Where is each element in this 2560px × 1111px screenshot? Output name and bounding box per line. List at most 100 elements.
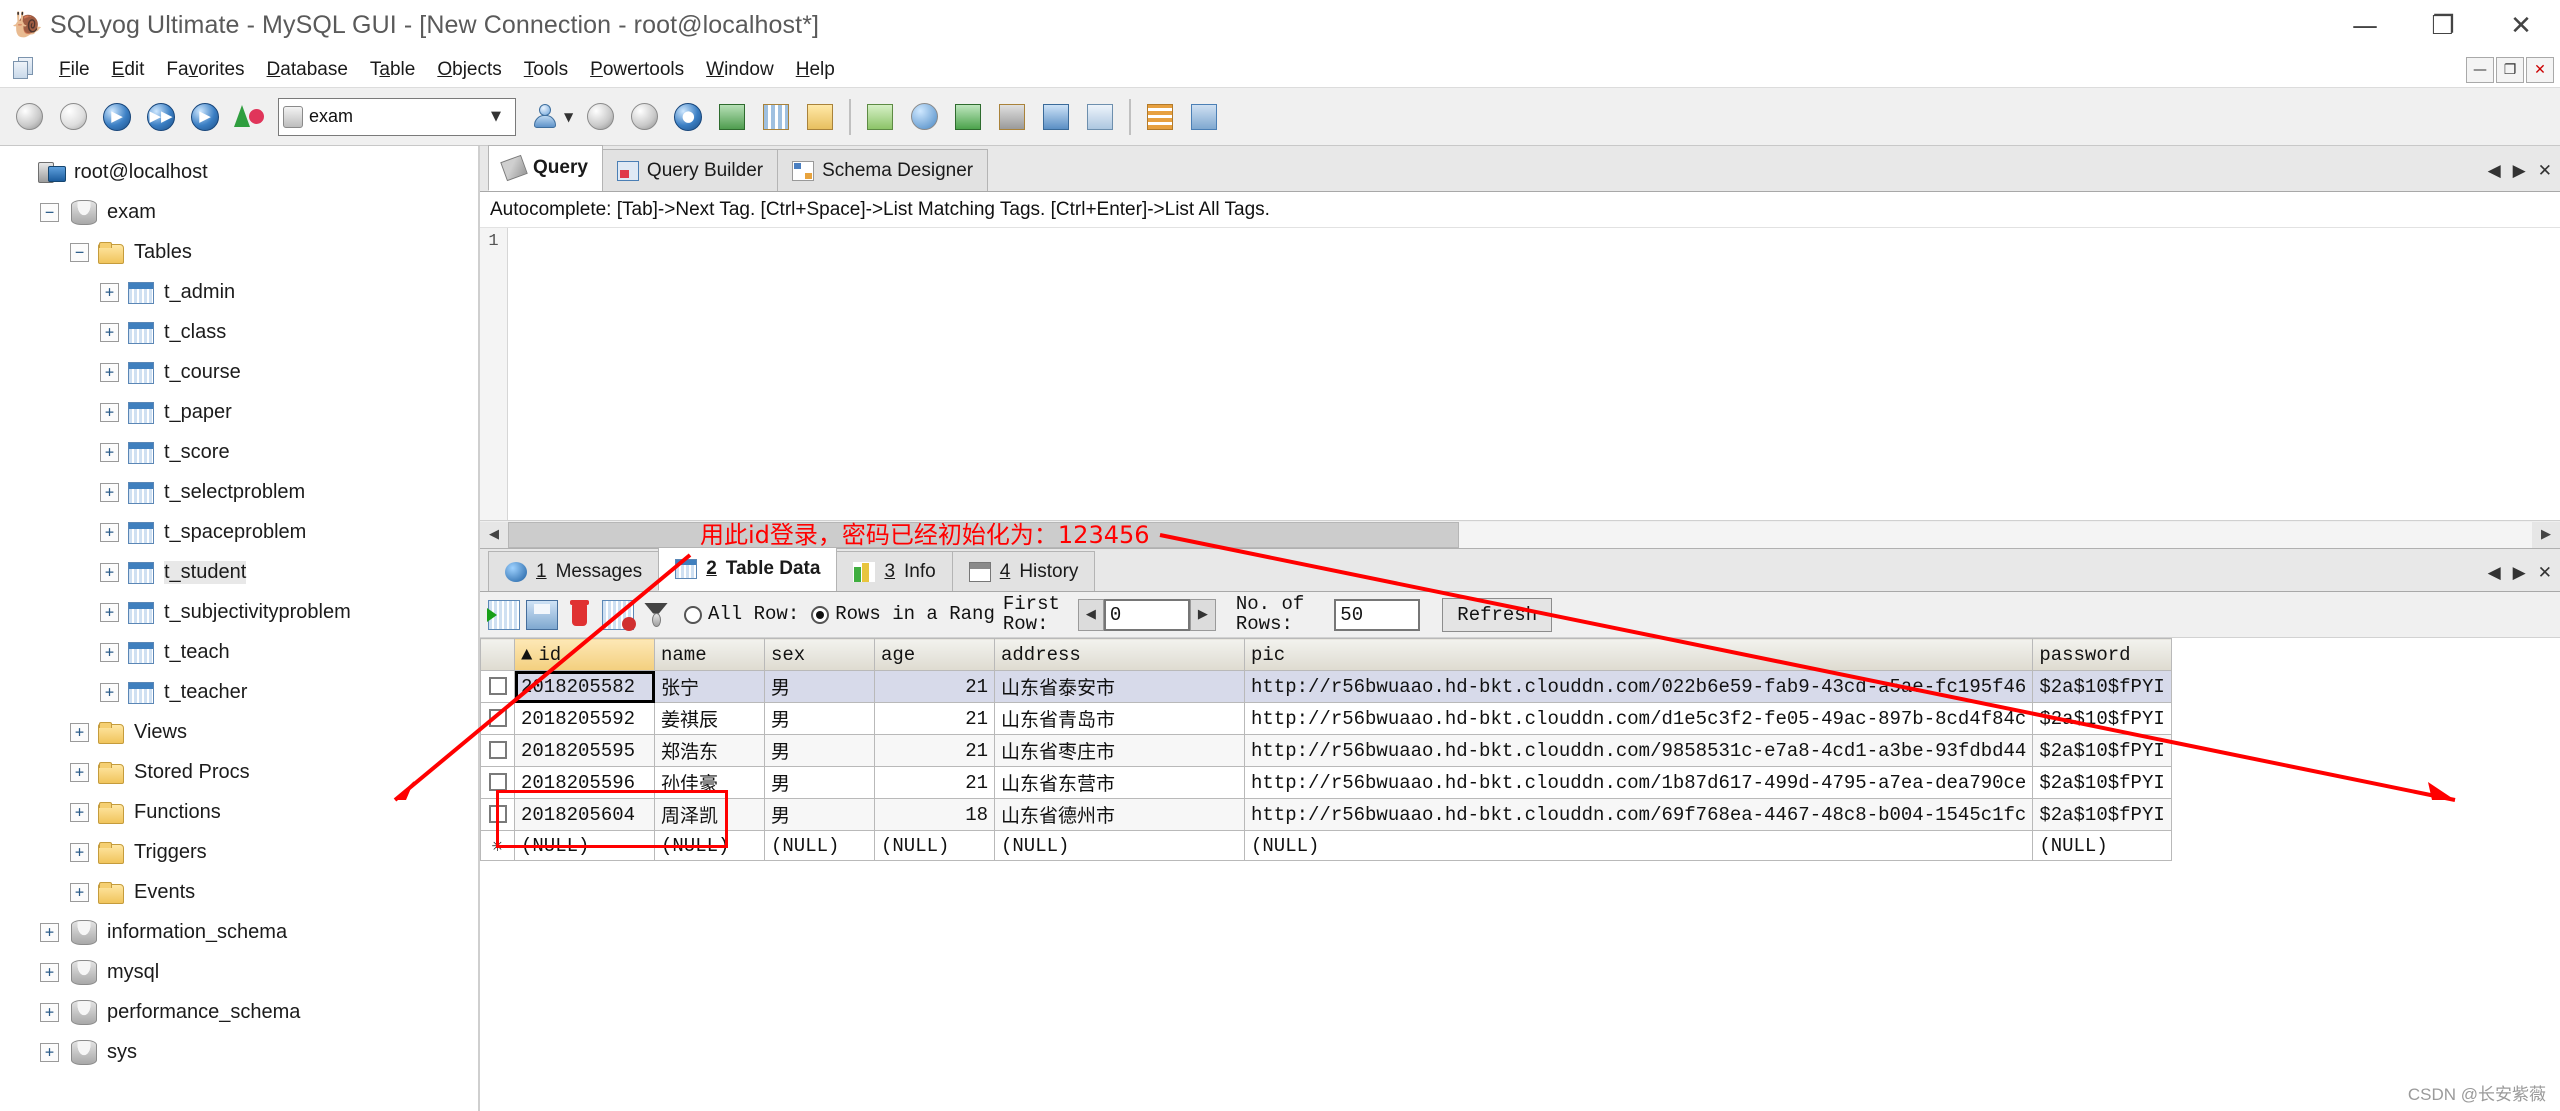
sql-format-icon[interactable]: ●	[667, 95, 709, 139]
cell-pic[interactable]: http://r56bwuaao.hd-bkt.clouddn.com/1b87…	[1243, 766, 2034, 799]
collapse-icon[interactable]: −	[70, 242, 89, 262]
cell-age[interactable]: 21	[874, 702, 995, 735]
scrollbar-thumb[interactable]	[508, 521, 1460, 548]
cell-sex[interactable]: 男	[764, 798, 875, 831]
column-header-address[interactable]: address	[994, 638, 1245, 671]
row-select-cell[interactable]	[480, 702, 515, 735]
new-row-cell-password[interactable]: (NULL)	[2032, 830, 2172, 861]
add-new-row-icon[interactable]	[487, 599, 520, 630]
close-button[interactable]: ✕	[2482, 0, 2560, 52]
sidebar-item-information-schema[interactable]: + information_schema	[0, 912, 478, 952]
sidebar-item-t-teacher[interactable]: + t_teacher	[0, 672, 478, 712]
column-header-password[interactable]: password	[2032, 638, 2172, 671]
table-diagnostics-icon[interactable]	[711, 95, 753, 139]
expand-icon[interactable]: +	[100, 602, 119, 622]
expand-icon[interactable]: +	[100, 562, 119, 582]
row-checkbox[interactable]	[488, 772, 507, 791]
sidebar-item-root-localhost[interactable]: root@localhost	[0, 152, 478, 192]
new-row[interactable]: ✳ (NULL) (NULL) (NULL) (NULL) (NULL) (NULL) (NU…	[480, 830, 2172, 861]
tab-history[interactable]: 4 History	[951, 551, 1096, 591]
result-nav-prev-icon[interactable]: ◀	[2488, 563, 2501, 583]
row-select-cell[interactable]	[480, 766, 515, 799]
sql-editor[interactable]: 1	[480, 228, 2560, 520]
delete-row-icon[interactable]	[564, 599, 596, 630]
cell-address[interactable]: 山东省东营市	[994, 766, 1245, 799]
first-row-prev-icon[interactable]: ◀	[1077, 598, 1104, 631]
filter-icon[interactable]	[640, 600, 672, 630]
cell-address[interactable]: 山东省青岛市	[994, 702, 1245, 735]
mdi-minimize-button[interactable]: —	[2466, 57, 2494, 83]
scheduler-icon[interactable]	[1035, 95, 1077, 139]
first-row-stepper[interactable]: ◀ 0 ▶	[1077, 598, 1216, 631]
sidebar-item-t-student[interactable]: + t_student	[0, 552, 478, 592]
cell-pic[interactable]: http://r56bwuaao.hd-bkt.clouddn.com/9858…	[1243, 734, 2034, 767]
table-row[interactable]: 2018205592 姜祺辰男 21 山东省青岛市 http://r56bwuaao.h…	[480, 702, 2172, 735]
cell-id[interactable]: 2018205582	[514, 670, 655, 703]
cell-name[interactable]: 郑浩东	[654, 734, 765, 767]
cell-age[interactable]: 18	[874, 798, 995, 831]
database-selector[interactable]: exam ▼	[278, 97, 516, 136]
cell-id[interactable]: 2018205604	[514, 798, 655, 831]
table-row[interactable]: 2018205604 周泽凯男 18 山东省德州市 http://r56bwuaao.h…	[480, 798, 2172, 831]
cell-password[interactable]: $2a$10$fPYI	[2032, 798, 2172, 831]
scroll-right-icon[interactable]: ▶	[2532, 521, 2560, 548]
cell-password[interactable]: $2a$10$fPYI	[2032, 734, 2172, 767]
menu-objects[interactable]: Objects	[426, 56, 512, 83]
new-row-cell-name[interactable]: (NULL)	[654, 830, 765, 861]
cell-address[interactable]: 山东省泰安市	[994, 670, 1245, 703]
no-of-rows-input[interactable]: 50	[1334, 598, 1421, 631]
select-all-header[interactable]	[480, 638, 515, 671]
execute-query-icon[interactable]: ▶	[96, 95, 138, 139]
result-close-icon[interactable]: ✕	[2538, 563, 2552, 583]
column-header-pic[interactable]: pic	[1243, 638, 2034, 671]
sidebar-item-t-teach[interactable]: + t_teach	[0, 632, 478, 672]
table-data-icon[interactable]	[1139, 95, 1181, 139]
menu-tools[interactable]: Tools	[513, 56, 579, 83]
sidebar-item-t-course[interactable]: + t_course	[0, 352, 478, 392]
refresh-button[interactable]: Refresh	[1442, 597, 1553, 632]
expand-icon[interactable]: +	[100, 402, 119, 422]
cell-sex[interactable]: 男	[764, 702, 875, 735]
tab-schema-designer[interactable]: Schema Designer	[777, 149, 989, 191]
expand-icon[interactable]: +	[70, 882, 89, 902]
sidebar-item-t-admin[interactable]: + t_admin	[0, 272, 478, 312]
object-browser-sidebar[interactable]: root@localhost − exam − Tables + t_admin + t_cla…	[0, 146, 480, 1111]
expand-icon[interactable]: +	[100, 682, 119, 702]
menu-favorites[interactable]: Favorites	[155, 56, 255, 83]
cell-name[interactable]: 孙佳豪	[654, 766, 765, 799]
cell-password[interactable]: $2a$10$fPYI	[2032, 766, 2172, 799]
sidebar-item-views[interactable]: + Views	[0, 712, 478, 752]
cell-id[interactable]: 2018205592	[514, 702, 655, 735]
column-header-age[interactable]: age	[874, 638, 995, 671]
sql-editor-textarea[interactable]	[508, 228, 2560, 520]
expand-icon[interactable]: +	[100, 482, 119, 502]
table-data-grid[interactable]: ▲ id name sex age address pic password 201820558…	[480, 638, 2172, 861]
cell-address[interactable]: 山东省德州市	[994, 798, 1245, 831]
sidebar-item-t-score[interactable]: + t_score	[0, 432, 478, 472]
tab-query[interactable]: Query	[488, 145, 603, 191]
schema-sync-icon[interactable]	[1183, 95, 1225, 139]
cell-password[interactable]: $2a$10$fPYI	[2032, 702, 2172, 735]
tab-table-data[interactable]: 2 Table Data	[658, 547, 838, 591]
sidebar-item-t-subjectivityproblem[interactable]: + t_subjectivityproblem	[0, 592, 478, 632]
save-changes-icon[interactable]	[526, 599, 558, 630]
notification-icon[interactable]	[1079, 95, 1121, 139]
result-nav-next-icon[interactable]: ▶	[2513, 563, 2526, 583]
expand-icon[interactable]: +	[100, 522, 119, 542]
backup-icon[interactable]	[991, 95, 1033, 139]
sidebar-item-t-class[interactable]: + t_class	[0, 312, 478, 352]
first-row-next-icon[interactable]: ▶	[1189, 598, 1216, 631]
cell-age[interactable]: 21	[874, 734, 995, 767]
column-header-name[interactable]: name	[654, 638, 765, 671]
scroll-left-icon[interactable]: ◀	[480, 521, 508, 548]
data-import-icon[interactable]	[947, 95, 989, 139]
rows-in-range-radio-group[interactable]: Rows in a Rang	[811, 604, 995, 625]
sidebar-item-t-paper[interactable]: + t_paper	[0, 392, 478, 432]
sync-data-icon[interactable]	[903, 95, 945, 139]
new-connection-icon[interactable]	[8, 95, 50, 139]
new-row-cell-id[interactable]: (NULL)	[514, 830, 655, 861]
all-rows-radio[interactable]	[684, 605, 702, 624]
row-select-cell[interactable]	[480, 670, 515, 703]
column-header-sex[interactable]: sex	[764, 638, 875, 671]
grid-view-icon[interactable]	[755, 95, 797, 139]
